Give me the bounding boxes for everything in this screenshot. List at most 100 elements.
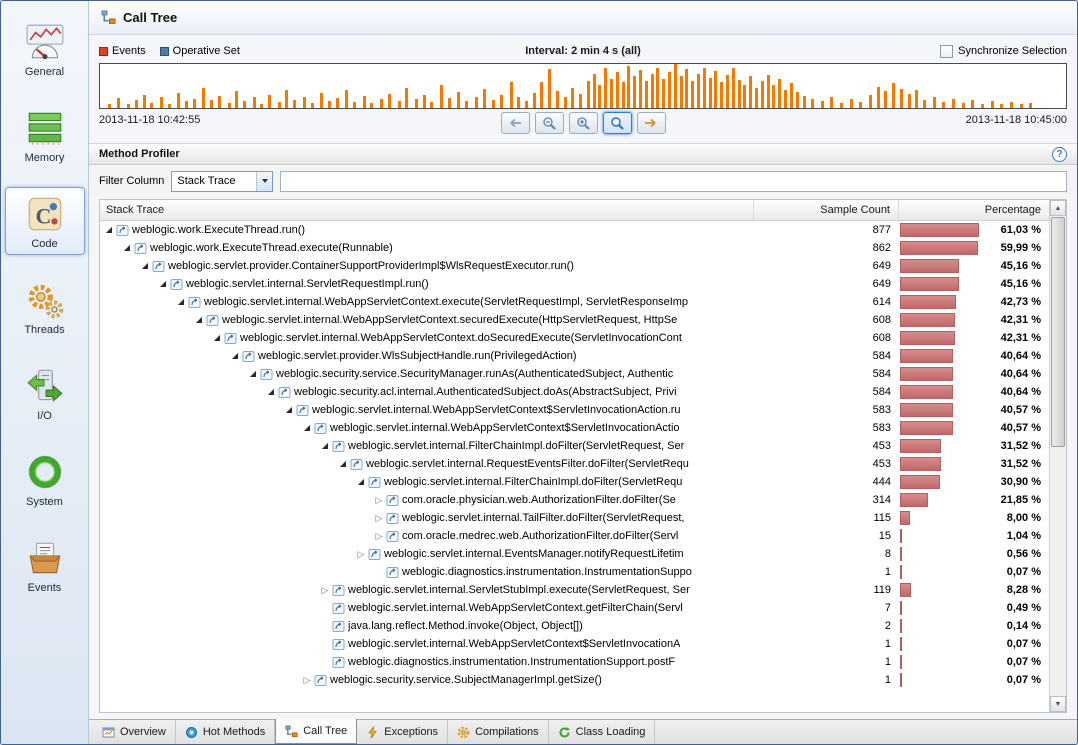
- sidebar-item-memory[interactable]: Memory: [5, 101, 85, 169]
- tab-overview[interactable]: Overview: [93, 720, 176, 744]
- event-bar: [564, 97, 567, 108]
- sample-count-cell: 584: [754, 368, 899, 380]
- tree-row[interactable]: weblogic.servlet.internal.WebAppServletC…: [100, 599, 1049, 617]
- tree-row[interactable]: weblogic.diagnostics.instrumentation.Ins…: [100, 563, 1049, 581]
- event-bar: [168, 104, 171, 108]
- tree-row[interactable]: weblogic.diagnostics.instrumentation.Ins…: [100, 653, 1049, 671]
- synchronize-selection-checkbox[interactable]: [940, 45, 953, 58]
- expand-collapsed-icon[interactable]: ▷: [373, 527, 385, 545]
- tree-row[interactable]: ◢weblogic.servlet.provider.WlsSubjectHan…: [100, 347, 1049, 365]
- sidebar-item-code[interactable]: CCode: [5, 187, 85, 255]
- scroll-thumb[interactable]: [1051, 217, 1065, 447]
- expand-expanded-icon[interactable]: ◢: [103, 221, 115, 239]
- tab-call-tree[interactable]: Call Tree: [275, 719, 357, 744]
- tree-row[interactable]: ▷com.oracle.physician.web.AuthorizationF…: [100, 491, 1049, 509]
- zoom-out-button[interactable]: [535, 112, 564, 134]
- percentage-cell: 21,85 %: [899, 491, 1049, 509]
- filter-column-combo[interactable]: Stack Trace: [171, 171, 273, 192]
- tree-row[interactable]: ◢weblogic.servlet.internal.WebAppServlet…: [100, 329, 1049, 347]
- percentage-value: 0,56 %: [1007, 545, 1041, 563]
- expand-expanded-icon[interactable]: ◢: [337, 455, 349, 473]
- tree-row[interactable]: ▷ weblogic.servlet.internal.EventsManager…: [100, 545, 1049, 563]
- expand-collapsed-icon[interactable]: ▷: [301, 671, 313, 689]
- scroll-track[interactable]: [1050, 216, 1066, 696]
- tree-row[interactable]: ◢weblogic.servlet.internal.WebAppServlet…: [100, 401, 1049, 419]
- sidebar-item-general[interactable]: General: [5, 15, 85, 83]
- expand-expanded-icon[interactable]: ◢: [157, 275, 169, 293]
- expand-expanded-icon[interactable]: ◢: [229, 347, 241, 365]
- event-bar: [540, 82, 543, 108]
- expand-expanded-icon[interactable]: ◢: [211, 329, 223, 347]
- column-header-percentage[interactable]: Percentage: [899, 200, 1049, 220]
- pan-right-button[interactable]: [637, 112, 666, 134]
- tree-row[interactable]: ◢weblogic.servlet.provider.ContainerSupp…: [100, 257, 1049, 275]
- combo-dropdown-button[interactable]: [256, 172, 272, 191]
- tree-row[interactable]: ◢weblogic.work.ExecuteThread.execute(Run…: [100, 239, 1049, 257]
- scroll-up-button[interactable]: ▲: [1050, 200, 1066, 216]
- tree-row[interactable]: ◢weblogic.security.acl.internal.Authenti…: [100, 383, 1049, 401]
- expand-expanded-icon[interactable]: ◢: [121, 239, 133, 257]
- stack-frame-icon: [152, 260, 165, 273]
- expand-expanded-icon[interactable]: ◢: [193, 311, 205, 329]
- method-name: weblogic.servlet.internal.RequestEventsF…: [366, 458, 689, 470]
- percentage-cell: 40,64 %: [899, 383, 1049, 401]
- pan-left-button[interactable]: [501, 112, 530, 134]
- tree-row[interactable]: ◢weblogic.servlet.internal.WebAppServlet…: [100, 419, 1049, 437]
- tree-row[interactable]: ▷weblogic.servlet.internal.ServletStubIm…: [100, 581, 1049, 599]
- tab-hot-methods[interactable]: Hot Methods: [176, 720, 275, 744]
- event-bar: [556, 91, 559, 108]
- expand-expanded-icon[interactable]: ◢: [283, 401, 295, 419]
- tree-row[interactable]: ◢weblogic.servlet.internal.WebAppServlet…: [100, 311, 1049, 329]
- sidebar-item-events[interactable]: Events: [5, 531, 85, 599]
- filter-input[interactable]: [280, 171, 1067, 192]
- percentage-bar: [900, 259, 959, 273]
- method-name: weblogic.servlet.internal.EventsManager.…: [384, 548, 684, 560]
- sidebar-item-threads[interactable]: Threads: [5, 273, 85, 341]
- expand-expanded-icon[interactable]: ◢: [355, 473, 367, 491]
- tree-row[interactable]: ▷weblogic.security.service.SubjectManage…: [100, 671, 1049, 689]
- sidebar-item-io[interactable]: I/O: [5, 359, 85, 427]
- tab-class-loading[interactable]: Class Loading: [549, 720, 656, 744]
- events-histogram[interactable]: [99, 63, 1067, 109]
- tree-row[interactable]: ▷weblogic.servlet.internal.TailFilter.do…: [100, 509, 1049, 527]
- column-header-stack-trace[interactable]: Stack Trace: [100, 200, 754, 220]
- stack-trace-cell: ◢weblogic.work.ExecuteThread.execute(Run…: [100, 239, 754, 257]
- tree-row[interactable]: ▷com.oracle.medrec.web.AuthorizationFilt…: [100, 527, 1049, 545]
- tree-row[interactable]: weblogic.servlet.internal.WebAppServletC…: [100, 635, 1049, 653]
- expand-expanded-icon[interactable]: ◢: [247, 365, 259, 383]
- expand-collapsed-icon[interactable]: ▷: [373, 509, 385, 527]
- tab-exceptions[interactable]: Exceptions: [357, 720, 448, 744]
- tree-row[interactable]: java.lang.reflect.Method.invoke(Object, …: [100, 617, 1049, 635]
- sidebar-item-system[interactable]: System: [5, 445, 85, 513]
- interval-label: Interval: 2 min 4 s (all): [99, 45, 1067, 57]
- tree-row[interactable]: ◢weblogic.work.ExecuteThread.run()87761,…: [100, 221, 1049, 239]
- column-header-sample-count[interactable]: Sample Count: [754, 200, 899, 220]
- synchronize-selection[interactable]: Synchronize Selection: [940, 45, 1067, 58]
- svg-text:C: C: [35, 203, 51, 228]
- expand-expanded-icon[interactable]: ◢: [139, 257, 151, 275]
- tree-row[interactable]: ◢weblogic.servlet.internal.FilterChainIm…: [100, 473, 1049, 491]
- expand-expanded-icon[interactable]: ◢: [301, 419, 313, 437]
- expand-expanded-icon[interactable]: ◢: [319, 437, 331, 455]
- tree-row[interactable]: ◢weblogic.servlet.internal.FilterChainIm…: [100, 437, 1049, 455]
- expand-collapsed-icon[interactable]: ▷: [373, 491, 385, 509]
- expand-expanded-icon[interactable]: ◢: [175, 293, 187, 311]
- zoom-in-button[interactable]: [569, 112, 598, 134]
- tree-row[interactable]: ◢weblogic.security.service.SecurityManag…: [100, 365, 1049, 383]
- tree-row[interactable]: ◢weblogic.servlet.internal.WebAppServlet…: [100, 293, 1049, 311]
- event-bar: [778, 79, 781, 108]
- expand-collapsed-icon[interactable]: ▷: [355, 545, 367, 563]
- event-bar: [714, 71, 717, 108]
- stack-trace-cell: ◢weblogic.servlet.provider.WlsSubjectHan…: [100, 347, 754, 365]
- tab-compilations[interactable]: Compilations: [448, 720, 549, 744]
- event-bar: [293, 100, 296, 108]
- expand-collapsed-icon[interactable]: ▷: [319, 581, 331, 599]
- help-icon[interactable]: ?: [1052, 147, 1067, 162]
- vertical-scrollbar[interactable]: ▲ ▼: [1049, 200, 1066, 712]
- tree-row[interactable]: ◢ weblogic.servlet.internal.RequestEvents…: [100, 455, 1049, 473]
- scroll-down-button[interactable]: ▼: [1050, 696, 1066, 712]
- tree-row[interactable]: ◢weblogic.servlet.internal.ServletReques…: [100, 275, 1049, 293]
- expand-expanded-icon[interactable]: ◢: [265, 383, 277, 401]
- event-bar: [303, 97, 306, 108]
- zoom-select-button[interactable]: [603, 112, 632, 134]
